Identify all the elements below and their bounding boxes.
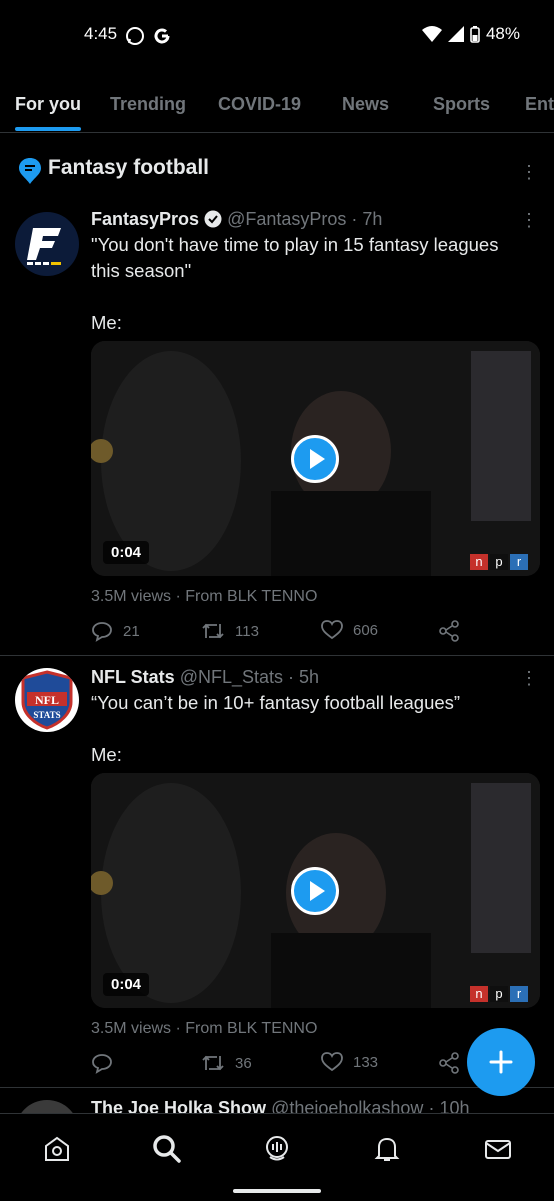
nfl-stats-logo: NFL STATS xyxy=(21,670,73,730)
share-button[interactable] xyxy=(438,620,460,642)
tweet-author-handle[interactable]: @thejoeholkashow xyxy=(271,1098,423,1113)
active-tab-indicator xyxy=(15,127,81,131)
fantasypros-logo xyxy=(27,228,61,265)
tweet-author-handle[interactable]: @NFL_Stats xyxy=(180,667,283,687)
tweet-actions: 36 133 xyxy=(91,1052,471,1076)
svg-text:NFL: NFL xyxy=(35,693,59,707)
status-time: 4:45 xyxy=(84,24,118,43)
video-duration: 0:04 xyxy=(103,973,150,996)
notifications-icon[interactable] xyxy=(372,1134,402,1164)
reply-button[interactable] xyxy=(91,1052,123,1074)
heart-icon xyxy=(321,620,343,640)
video-player[interactable]: 0:04 n p r xyxy=(91,341,540,576)
explore-tabs: For you Trending COVID-19 News Sports En… xyxy=(0,80,554,133)
tweet-divider xyxy=(0,655,554,656)
status-bar: 4:45 48% xyxy=(0,0,554,70)
tweet-more-icon[interactable]: ⋮ xyxy=(519,668,539,688)
share-icon xyxy=(439,1052,459,1074)
signal-icon xyxy=(447,26,464,42)
like-button[interactable]: 606 xyxy=(321,620,378,640)
play-button[interactable] xyxy=(291,435,339,483)
play-icon xyxy=(310,881,325,901)
svg-text:STATS: STATS xyxy=(33,710,60,720)
topic-icon xyxy=(19,158,41,184)
heart-icon xyxy=(321,1052,343,1072)
messages-icon[interactable] xyxy=(483,1134,513,1164)
wifi-icon xyxy=(421,26,442,42)
tweet-actions: 21 113 606 xyxy=(91,620,471,644)
share-icon xyxy=(439,620,459,642)
more-options-icon[interactable]: ⋮ xyxy=(519,162,539,182)
video-views: 3.5M views · From BLK TENNO xyxy=(91,1020,318,1037)
tweet-more-icon[interactable]: ⋮ xyxy=(519,210,539,230)
verified-badge-icon xyxy=(204,210,222,228)
topic-title: Fantasy football xyxy=(48,156,210,179)
tweet-text: "You don't have time to play in 15 fanta… xyxy=(91,234,499,333)
video-player[interactable]: 0:04 n p r xyxy=(91,773,540,1008)
reply-button[interactable]: 21 xyxy=(91,620,140,642)
bottom-navigation xyxy=(0,1113,554,1201)
home-indicator[interactable] xyxy=(233,1189,321,1193)
reply-icon xyxy=(92,1054,112,1074)
compose-button[interactable] xyxy=(467,1028,535,1096)
avatar-nfl-stats[interactable]: NFL STATS xyxy=(15,668,79,732)
tweet-author-name[interactable]: FantasyPros xyxy=(91,209,199,229)
retweet-icon xyxy=(202,1055,224,1071)
avatar-fantasypros[interactable] xyxy=(15,212,79,276)
home-icon[interactable] xyxy=(42,1134,72,1164)
tab-trending[interactable]: Trending xyxy=(110,94,186,115)
tweet-timestamp[interactable]: 5h xyxy=(299,667,319,687)
tab-for-you[interactable]: For you xyxy=(15,94,81,115)
battery-icon xyxy=(470,25,480,43)
google-icon xyxy=(154,28,170,44)
tweet-author-name[interactable]: NFL Stats xyxy=(91,667,175,687)
tweet-author-name[interactable]: The Joe Holka Show xyxy=(91,1098,266,1113)
retweet-icon xyxy=(202,623,224,639)
topic-header[interactable]: Fantasy football ⋮ xyxy=(0,140,554,200)
video-duration: 0:04 xyxy=(103,541,150,564)
video-views: 3.5M views · From BLK TENNO xyxy=(91,588,318,605)
spaces-icon[interactable] xyxy=(262,1134,292,1164)
tab-sports[interactable]: Sports xyxy=(433,94,490,115)
tweet-text: “You can’t be in 10+ fantasy football le… xyxy=(91,692,461,765)
npr-logo: n p r xyxy=(470,554,528,570)
retweet-button[interactable]: 36 xyxy=(201,1052,252,1074)
retweet-button[interactable]: 113 xyxy=(201,620,259,642)
npr-logo: n p r xyxy=(470,986,528,1002)
tab-entertainment[interactable]: Ent xyxy=(525,94,554,115)
whatsapp-icon xyxy=(126,27,144,45)
tweet-author-handle[interactable]: @FantasyPros xyxy=(227,209,346,229)
compose-plus-icon xyxy=(489,1050,513,1074)
tab-news[interactable]: News xyxy=(342,94,389,115)
reply-icon xyxy=(92,622,112,642)
tab-covid-19[interactable]: COVID-19 xyxy=(218,94,301,115)
search-icon[interactable] xyxy=(152,1134,182,1164)
play-button[interactable] xyxy=(291,867,339,915)
play-icon xyxy=(310,449,325,469)
tweet-timestamp[interactable]: 7h xyxy=(362,209,382,229)
avatar-joe-holka[interactable] xyxy=(15,1100,79,1113)
share-button[interactable] xyxy=(438,1052,460,1074)
battery-percent: 48% xyxy=(485,24,520,43)
like-button[interactable]: 133 xyxy=(321,1052,378,1072)
tweet-timestamp[interactable]: 10h xyxy=(439,1098,469,1113)
